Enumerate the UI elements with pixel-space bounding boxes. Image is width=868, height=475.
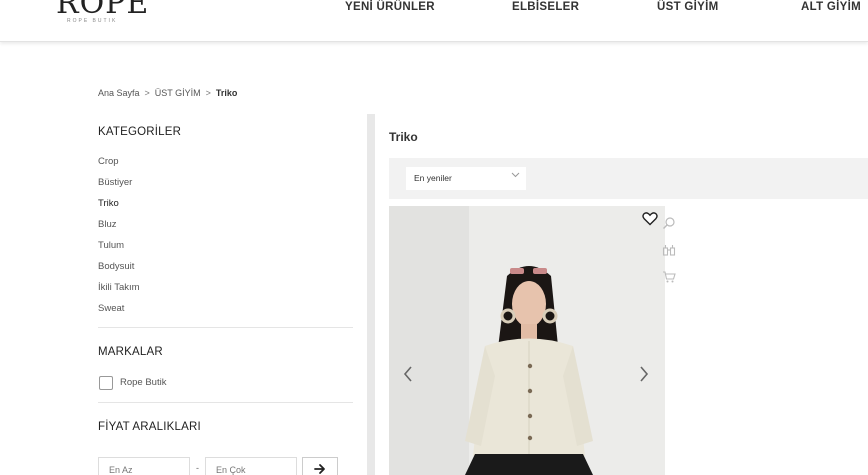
sidebar-scrollbar[interactable] [367,114,375,475]
price-max-input[interactable]: En Çok [205,457,297,475]
brand-label[interactable]: Rope Butik [120,377,166,388]
divider [98,402,353,403]
breadcrumb-home[interactable]: Ana Sayfa [98,88,140,98]
chevron-down-icon [511,171,520,180]
divider [98,327,353,328]
sort-select[interactable]: En yeniler [406,167,526,190]
brand-checkbox[interactable] [99,376,113,390]
category-bluz[interactable]: Bluz [98,219,116,230]
nav-item-bottoms[interactable]: ALT GİYİM [801,1,861,13]
compare-icon[interactable] [662,243,676,257]
breadcrumb-separator: > [144,88,150,98]
price-min-input[interactable]: En Az [98,457,190,475]
breadcrumb-separator: > [205,88,211,98]
category-tulum[interactable]: Tulum [98,240,124,251]
category-bodysuit[interactable]: Bodysuit [98,261,134,272]
site-header: ROPE ROPE BUTIK YENİ ÜRÜNLER ELBİSELER Ü… [0,0,868,42]
nav-item-tops[interactable]: ÜST GİYİM [657,1,718,13]
nav-item-dresses[interactable]: ELBİSELER [512,1,579,13]
product-image[interactable] [389,206,665,475]
category-crop[interactable]: Crop [98,156,119,167]
category-ikili-takim[interactable]: İkili Takım [98,282,140,293]
breadcrumb-parent[interactable]: ÜST GİYİM [155,88,201,98]
chevron-left-icon[interactable] [403,366,413,387]
breadcrumb-current: Triko [215,88,238,98]
price-dash: - [196,463,199,473]
heart-icon[interactable] [642,211,658,227]
cart-icon[interactable] [662,270,676,284]
arrow-right-icon [314,464,325,474]
product-photo [389,206,665,475]
price-title: FİYAT ARALIKLARI [98,421,201,433]
breadcrumb: Ana Sayfa > ÜST GİYİM > Triko [98,88,237,98]
price-submit-button[interactable] [302,457,338,475]
brands-title: MARKALAR [98,346,163,358]
chevron-right-icon[interactable] [639,366,649,387]
search-icon[interactable] [662,216,676,230]
logo-subtitle: ROPE BUTIK [67,18,118,24]
category-sweat[interactable]: Sweat [98,303,124,314]
category-bustiyer[interactable]: Büstiyer [98,177,132,188]
page-title: Triko [389,130,418,144]
category-triko[interactable]: Triko [98,198,119,209]
nav-item-new-products[interactable]: YENİ ÜRÜNLER [345,1,435,13]
categories-title: KATEGORİLER [98,126,182,138]
